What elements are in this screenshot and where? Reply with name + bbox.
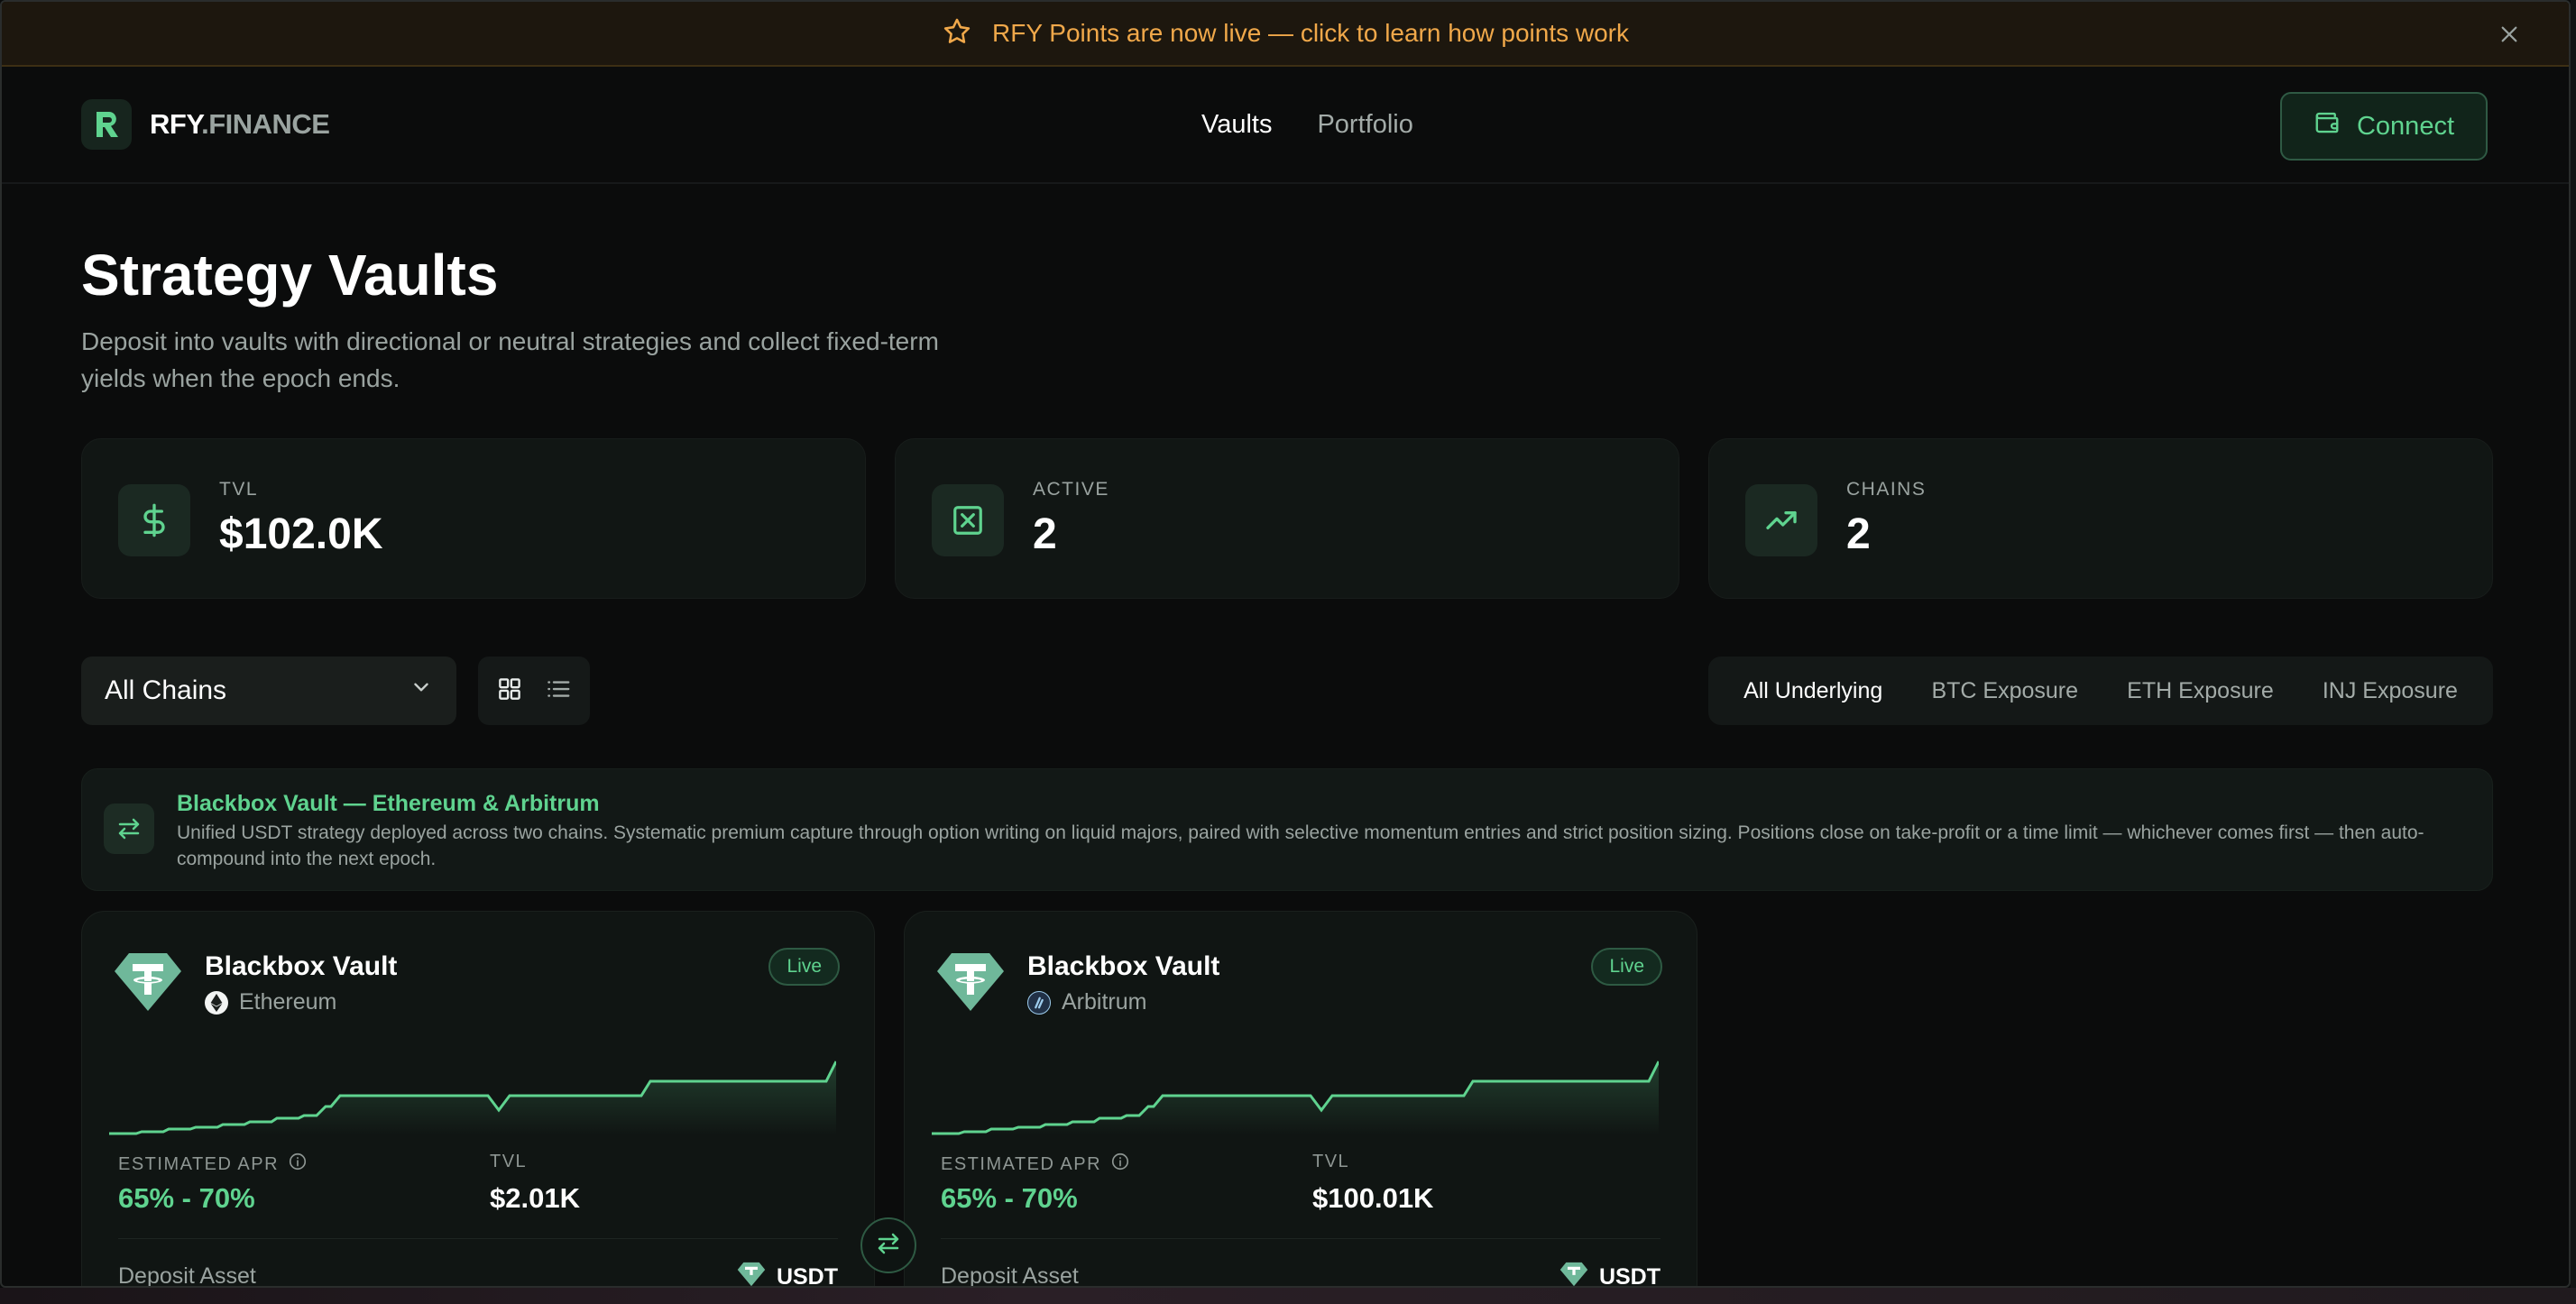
apr-label-text: ESTIMATED APR — [118, 1153, 280, 1174]
active-box-icon — [932, 484, 1004, 556]
performance-sparkline — [109, 1061, 836, 1135]
top-nav-header: RFY.FINANCE Vaults Portfolio Connect — [2, 69, 2569, 184]
view-mode-toggle — [478, 657, 590, 725]
ethereum-icon — [205, 990, 228, 1015]
list-view-button[interactable] — [535, 667, 582, 714]
usdt-small-icon — [1559, 1262, 1588, 1286]
cross-chain-link-button[interactable] — [860, 1217, 916, 1273]
divider — [941, 1238, 1661, 1239]
vault-chain-label: Arbitrum — [1062, 989, 1147, 1015]
tvl-value: $100.01K — [1312, 1182, 1434, 1214]
apr-value: 65% - 70% — [118, 1182, 255, 1214]
list-icon — [545, 675, 572, 707]
grid-view-button[interactable] — [486, 667, 533, 714]
vault-card-arbitrum[interactable]: Blackbox Vault Arbitrum Live ESTIMATED A… — [904, 911, 1697, 1288]
status-badge: Live — [768, 948, 840, 986]
apr-value: 65% - 70% — [941, 1182, 1078, 1214]
apr-label-text: ESTIMATED APR — [941, 1153, 1102, 1174]
stat-label: ACTIVE — [1033, 479, 1109, 500]
status-badge: Live — [1591, 948, 1662, 986]
stat-label: TVL — [219, 479, 259, 500]
usdt-logo-icon — [937, 951, 1004, 1013]
brand-name-secondary: .FINANCE — [201, 108, 330, 140]
nav-portfolio[interactable]: Portfolio — [1317, 110, 1412, 140]
tab-inj-exposure[interactable]: INJ Exposure — [2315, 667, 2465, 715]
chain-filter-select[interactable]: All Chains — [81, 657, 456, 725]
deposit-asset: USDT — [1559, 1262, 1661, 1288]
vault-card-ethereum[interactable]: Blackbox Vault Ethereum Live ESTIMATED A… — [81, 911, 875, 1288]
wallet-icon — [2314, 109, 2341, 143]
tab-all-underlying[interactable]: All Underlying — [1736, 667, 1890, 715]
desktop-background-strip — [0, 1288, 2576, 1304]
stat-value: 2 — [1846, 510, 1871, 558]
vault-info-banner: Blackbox Vault — Ethereum & Arbitrum Uni… — [81, 768, 2493, 891]
chain-filter-value: All Chains — [105, 675, 227, 705]
stat-card-chains: CHAINS 2 — [1708, 438, 2493, 599]
stat-value: 2 — [1033, 510, 1057, 558]
window-edge — [2571, 0, 2576, 1304]
info-description: Unified USDT strategy deployed across tw… — [177, 822, 2424, 869]
trending-up-icon — [1745, 484, 1817, 556]
deposit-asset-label: Deposit Asset — [118, 1263, 256, 1288]
performance-sparkline — [932, 1061, 1659, 1135]
usdt-logo-icon — [115, 951, 181, 1013]
brand-name: RFY.FINANCE — [150, 108, 330, 141]
deposit-asset-label: Deposit Asset — [941, 1263, 1079, 1288]
grid-icon — [496, 675, 523, 707]
vault-chain-label: Ethereum — [239, 989, 337, 1015]
vault-name: Blackbox Vault — [205, 951, 398, 981]
tab-btc-exposure[interactable]: BTC Exposure — [1924, 667, 2085, 715]
tvl-label: TVL — [490, 1152, 528, 1171]
banner-text[interactable]: RFY Points are now live — click to learn… — [992, 19, 1629, 48]
vault-chain: Ethereum — [205, 989, 336, 1015]
page-title: Strategy Vaults — [81, 243, 499, 308]
app-window: RFY Points are now live — click to learn… — [0, 0, 2571, 1288]
deposit-asset-value: USDT — [776, 1264, 838, 1288]
tvl-label: TVL — [1312, 1152, 1350, 1171]
arbitrum-icon — [1027, 990, 1051, 1015]
apr-label: ESTIMATED APR — [941, 1152, 1130, 1177]
dollar-icon — [118, 484, 190, 556]
connect-wallet-button[interactable]: Connect — [2280, 92, 2488, 161]
swap-arrows-icon — [875, 1230, 902, 1262]
vault-chain: Arbitrum — [1027, 989, 1146, 1015]
main-nav: Vaults Portfolio — [1201, 110, 1413, 140]
usdt-small-icon — [737, 1262, 766, 1286]
star-icon — [942, 16, 972, 51]
stat-card-active: ACTIVE 2 — [895, 438, 1679, 599]
page-subtitle: Deposit into vaults with directional or … — [81, 327, 939, 392]
swap-arrows-icon — [104, 804, 154, 854]
divider — [118, 1238, 838, 1239]
close-icon[interactable] — [2493, 18, 2525, 51]
underlying-exposure-tabs: All Underlying BTC Exposure ETH Exposure… — [1708, 657, 2493, 725]
deposit-asset-value: USDT — [1598, 1264, 1661, 1288]
stat-value: $102.0K — [219, 510, 383, 558]
brand-name-primary: RFY — [150, 108, 202, 140]
chevron-down-icon — [409, 675, 433, 706]
brand-logo[interactable]: RFY.FINANCE — [81, 99, 330, 150]
info-title: Blackbox Vault — Ethereum & Arbitrum — [177, 791, 600, 816]
nav-vaults[interactable]: Vaults — [1201, 110, 1272, 140]
connect-label: Connect — [2356, 111, 2454, 141]
apr-label: ESTIMATED APR — [118, 1152, 308, 1177]
info-circle-icon[interactable] — [1110, 1152, 1130, 1177]
info-circle-icon[interactable] — [288, 1152, 308, 1177]
vault-name: Blackbox Vault — [1027, 951, 1220, 981]
stat-card-tvl: TVL $102.0K — [81, 438, 866, 599]
logo-mark-icon — [81, 99, 132, 150]
tab-eth-exposure[interactable]: ETH Exposure — [2120, 667, 2281, 715]
points-announcement-banner[interactable]: RFY Points are now live — click to learn… — [2, 2, 2569, 67]
deposit-asset: USDT — [737, 1262, 838, 1288]
tvl-value: $2.01K — [490, 1182, 580, 1214]
stat-label: CHAINS — [1846, 479, 1927, 500]
